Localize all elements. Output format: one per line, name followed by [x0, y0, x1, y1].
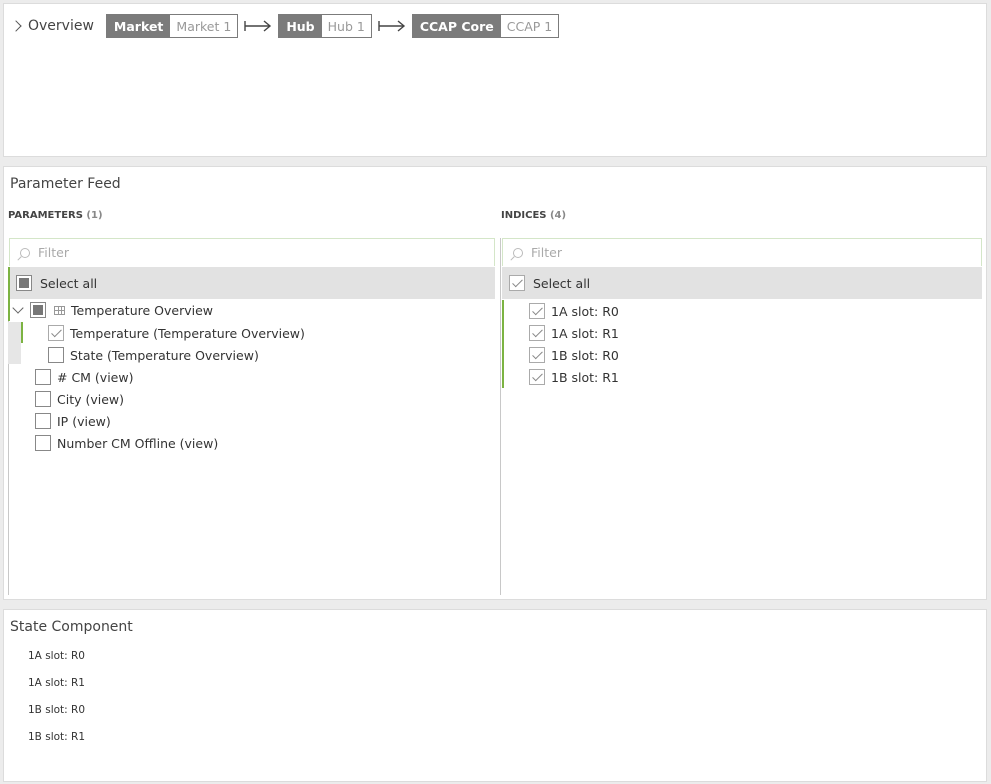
- breadcrumb-market[interactable]: Market Market 1: [105, 14, 239, 38]
- item-checkbox[interactable]: [529, 303, 545, 319]
- parameters-filter-input[interactable]: [38, 245, 494, 260]
- list-item[interactable]: 1A slot: R0: [529, 300, 619, 322]
- indices-filter[interactable]: [502, 238, 982, 266]
- breadcrumb-value: Market 1: [170, 15, 238, 37]
- search-icon: [513, 247, 523, 258]
- select-all-label: Select all: [533, 275, 591, 291]
- item-checkbox[interactable]: [529, 325, 545, 341]
- item-label: 1B slot: R0: [551, 347, 619, 363]
- tree-indent-guide: [8, 322, 21, 364]
- item-label: # CM (view): [57, 369, 134, 385]
- list-item[interactable]: Temperature (Temperature Overview): [48, 322, 305, 344]
- chevron-down-icon[interactable]: [12, 302, 24, 314]
- breadcrumb: Overview Market Market 1 Hub Hub 1 CCAP …: [10, 14, 560, 38]
- selection-indicator: [21, 322, 23, 343]
- item-checkbox[interactable]: [529, 347, 545, 363]
- overview-label[interactable]: Overview: [28, 18, 94, 34]
- panel-title: State Component: [10, 619, 133, 635]
- item-label: 1B slot: R1: [551, 369, 619, 385]
- breadcrumb-key: CCAP Core: [412, 15, 501, 37]
- list-item[interactable]: # CM (view): [35, 366, 133, 388]
- search-icon: [20, 247, 30, 258]
- heading-text: PARAMETERS: [8, 210, 83, 221]
- indices-filter-input[interactable]: [531, 245, 981, 260]
- parameters-filter[interactable]: [9, 238, 495, 266]
- item-label: City (view): [57, 391, 125, 407]
- column-divider: [500, 238, 501, 595]
- heading-count: (1): [86, 210, 103, 221]
- item-label: Temperature (Temperature Overview): [70, 325, 305, 341]
- parameters-select-all[interactable]: Select all: [8, 267, 495, 299]
- table-icon: [54, 305, 65, 315]
- flow-arrow-icon: [372, 19, 412, 33]
- breadcrumb-key: Market: [106, 15, 171, 37]
- indices-select-all[interactable]: Select all: [502, 267, 982, 299]
- state-row: 1A slot: R1: [28, 677, 85, 689]
- breadcrumb-ccap-core[interactable]: CCAP Core CCAP 1: [411, 14, 560, 38]
- panel-title: Parameter Feed: [10, 176, 121, 192]
- select-all-label: Select all: [40, 275, 98, 291]
- list-item[interactable]: State (Temperature Overview): [48, 344, 259, 366]
- flow-arrow-icon: [238, 19, 278, 33]
- item-label: 1A slot: R1: [551, 325, 619, 341]
- item-checkbox[interactable]: [48, 347, 64, 363]
- item-label: Number CM Offline (view): [57, 435, 219, 451]
- list-item[interactable]: 1B slot: R1: [529, 366, 619, 388]
- item-checkbox[interactable]: [35, 435, 51, 451]
- state-row: 1A slot: R0: [28, 650, 85, 662]
- indices-heading: INDICES (4): [501, 210, 566, 221]
- item-label: State (Temperature Overview): [70, 347, 259, 363]
- breadcrumb-value: CCAP 1: [500, 15, 559, 37]
- tree-group-temperature-overview[interactable]: Temperature Overview: [10, 299, 213, 321]
- breadcrumb-hub[interactable]: Hub Hub 1: [278, 14, 372, 38]
- state-component-panel: State Component 1A slot: R0 1A slot: R1 …: [3, 609, 987, 782]
- state-row: 1B slot: R1: [28, 731, 86, 743]
- group-checkbox[interactable]: [30, 302, 46, 318]
- list-item[interactable]: City (view): [35, 388, 124, 410]
- list-item[interactable]: Number CM Offline (view): [35, 432, 218, 454]
- item-checkbox[interactable]: [35, 413, 51, 429]
- item-checkbox[interactable]: [529, 369, 545, 385]
- select-all-checkbox[interactable]: [509, 275, 525, 291]
- item-label: IP (view): [57, 413, 111, 429]
- list-item[interactable]: 1A slot: R1: [529, 322, 619, 344]
- selection-indicator: [502, 300, 504, 388]
- list-item[interactable]: IP (view): [35, 410, 111, 432]
- parameters-heading: PARAMETERS (1): [8, 210, 103, 221]
- group-label: Temperature Overview: [71, 302, 214, 318]
- heading-count: (4): [549, 210, 567, 221]
- item-checkbox[interactable]: [35, 369, 51, 385]
- state-row: 1B slot: R0: [28, 704, 86, 716]
- chevron-right-icon[interactable]: [10, 20, 22, 32]
- item-checkbox[interactable]: [48, 325, 64, 341]
- parameter-feed-panel: Parameter Feed PARAMETERS (1) Select all…: [3, 166, 987, 600]
- breadcrumb-key: Hub: [279, 15, 322, 37]
- overview-panel: Overview Market Market 1 Hub Hub 1 CCAP …: [3, 3, 987, 157]
- list-item[interactable]: 1B slot: R0: [529, 344, 619, 366]
- breadcrumb-value: Hub 1: [321, 15, 371, 37]
- select-all-checkbox[interactable]: [16, 275, 32, 291]
- selection-indicator: [8, 267, 10, 299]
- item-checkbox[interactable]: [35, 391, 51, 407]
- item-label: 1A slot: R0: [551, 303, 619, 319]
- heading-text: INDICES: [501, 210, 547, 221]
